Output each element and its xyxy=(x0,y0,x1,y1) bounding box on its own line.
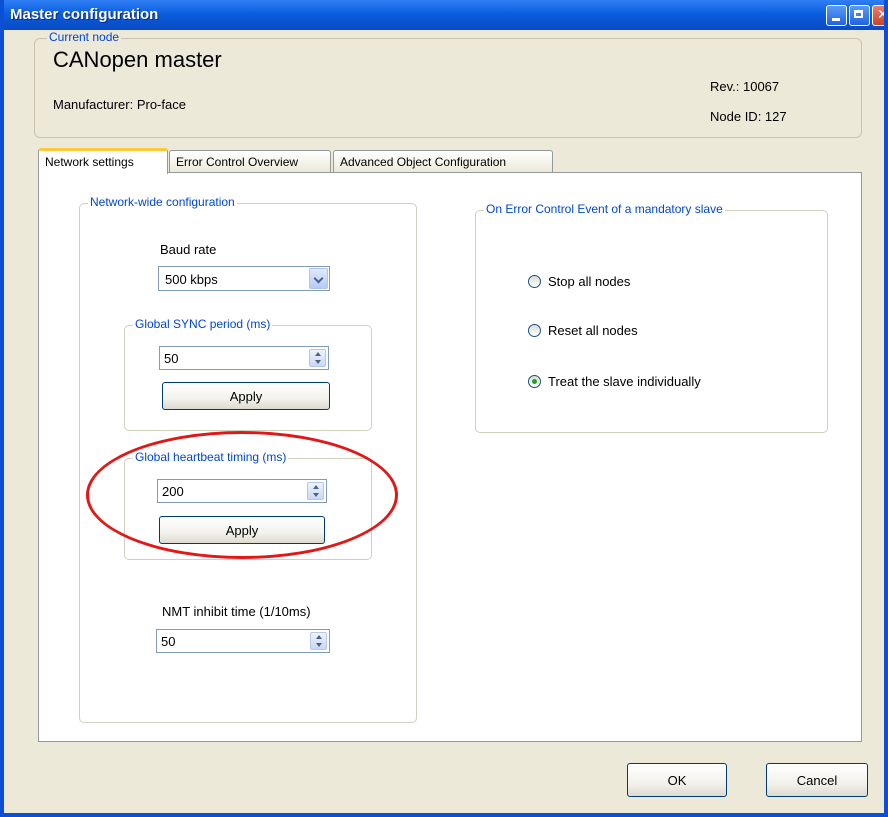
nmt-inhibit-time-value: 50 xyxy=(161,634,176,649)
master-configuration-window: Master configuration Current node CANope… xyxy=(0,0,888,817)
node-id: Node ID: 127 xyxy=(710,109,787,124)
chevron-down-icon[interactable] xyxy=(309,268,328,289)
node-revision: Rev.: 10067 xyxy=(710,79,780,94)
minimize-icon[interactable] xyxy=(826,5,847,26)
tab-advanced-object-configuration[interactable]: Advanced Object Configuration xyxy=(333,150,553,172)
nmt-inhibit-time-label: NMT inhibit time (1/10ms) xyxy=(162,604,311,619)
radio-circle-icon[interactable] xyxy=(528,275,541,288)
sync-period-value: 50 xyxy=(164,351,179,366)
baud-rate-select[interactable]: 500 kbps xyxy=(158,266,330,291)
node-manufacturer: Manufacturer: Pro-face xyxy=(53,97,186,112)
node-name: CANopen master xyxy=(53,47,222,72)
global-sync-period-group: Global SYNC period (ms) 50 Apply xyxy=(124,317,372,431)
global-heartbeat-timing-group: Global heartbeat timing (ms) 200 Apply xyxy=(124,450,372,560)
network-wide-configuration-legend: Network-wide configuration xyxy=(88,195,237,209)
sync-period-input[interactable]: 50 xyxy=(159,346,329,370)
radio-treat-slave-individually-label: Treat the slave individually xyxy=(548,374,701,389)
error-control-event-group: On Error Control Event of a mandatory sl… xyxy=(475,202,828,433)
error-control-event-legend: On Error Control Event of a mandatory sl… xyxy=(484,202,725,216)
baud-rate-label: Baud rate xyxy=(160,242,217,257)
spinner-arrows-icon[interactable] xyxy=(310,632,327,650)
maximize-icon[interactable] xyxy=(849,5,870,26)
nmt-inhibit-time-input[interactable]: 50 xyxy=(156,629,330,653)
heartbeat-timing-value: 200 xyxy=(162,484,184,499)
tab-error-control-overview[interactable]: Error Control Overview xyxy=(169,150,331,172)
heartbeat-timing-input[interactable]: 200 xyxy=(157,479,327,503)
spinner-arrows-icon[interactable] xyxy=(307,482,324,500)
sync-apply-button[interactable]: Apply xyxy=(162,382,330,410)
spinner-arrows-icon[interactable] xyxy=(309,349,326,367)
title-bar[interactable]: Master configuration xyxy=(4,0,884,30)
radio-stop-all-nodes-label: Stop all nodes xyxy=(548,274,631,289)
cancel-button[interactable]: Cancel xyxy=(766,763,868,797)
radio-circle-icon[interactable] xyxy=(528,324,541,337)
global-heartbeat-timing-legend: Global heartbeat timing (ms) xyxy=(133,450,289,464)
current-node-group: Current node CANopen master Manufacturer… xyxy=(34,30,862,138)
heartbeat-apply-button[interactable]: Apply xyxy=(159,516,325,544)
close-icon[interactable] xyxy=(872,5,884,26)
network-settings-panel: Network-wide configuration Baud rate 500… xyxy=(38,172,862,742)
global-sync-period-legend: Global SYNC period (ms) xyxy=(133,317,273,331)
network-wide-configuration-group: Network-wide configuration Baud rate 500… xyxy=(79,195,417,723)
radio-reset-all-nodes-label: Reset all nodes xyxy=(548,323,638,338)
radio-checked-icon[interactable] xyxy=(528,375,541,388)
tab-network-settings[interactable]: Network settings xyxy=(38,148,168,174)
ok-button[interactable]: OK xyxy=(627,763,727,797)
current-node-legend: Current node xyxy=(47,30,122,44)
baud-rate-value: 500 kbps xyxy=(165,272,218,287)
window-title: Master configuration xyxy=(10,6,159,23)
